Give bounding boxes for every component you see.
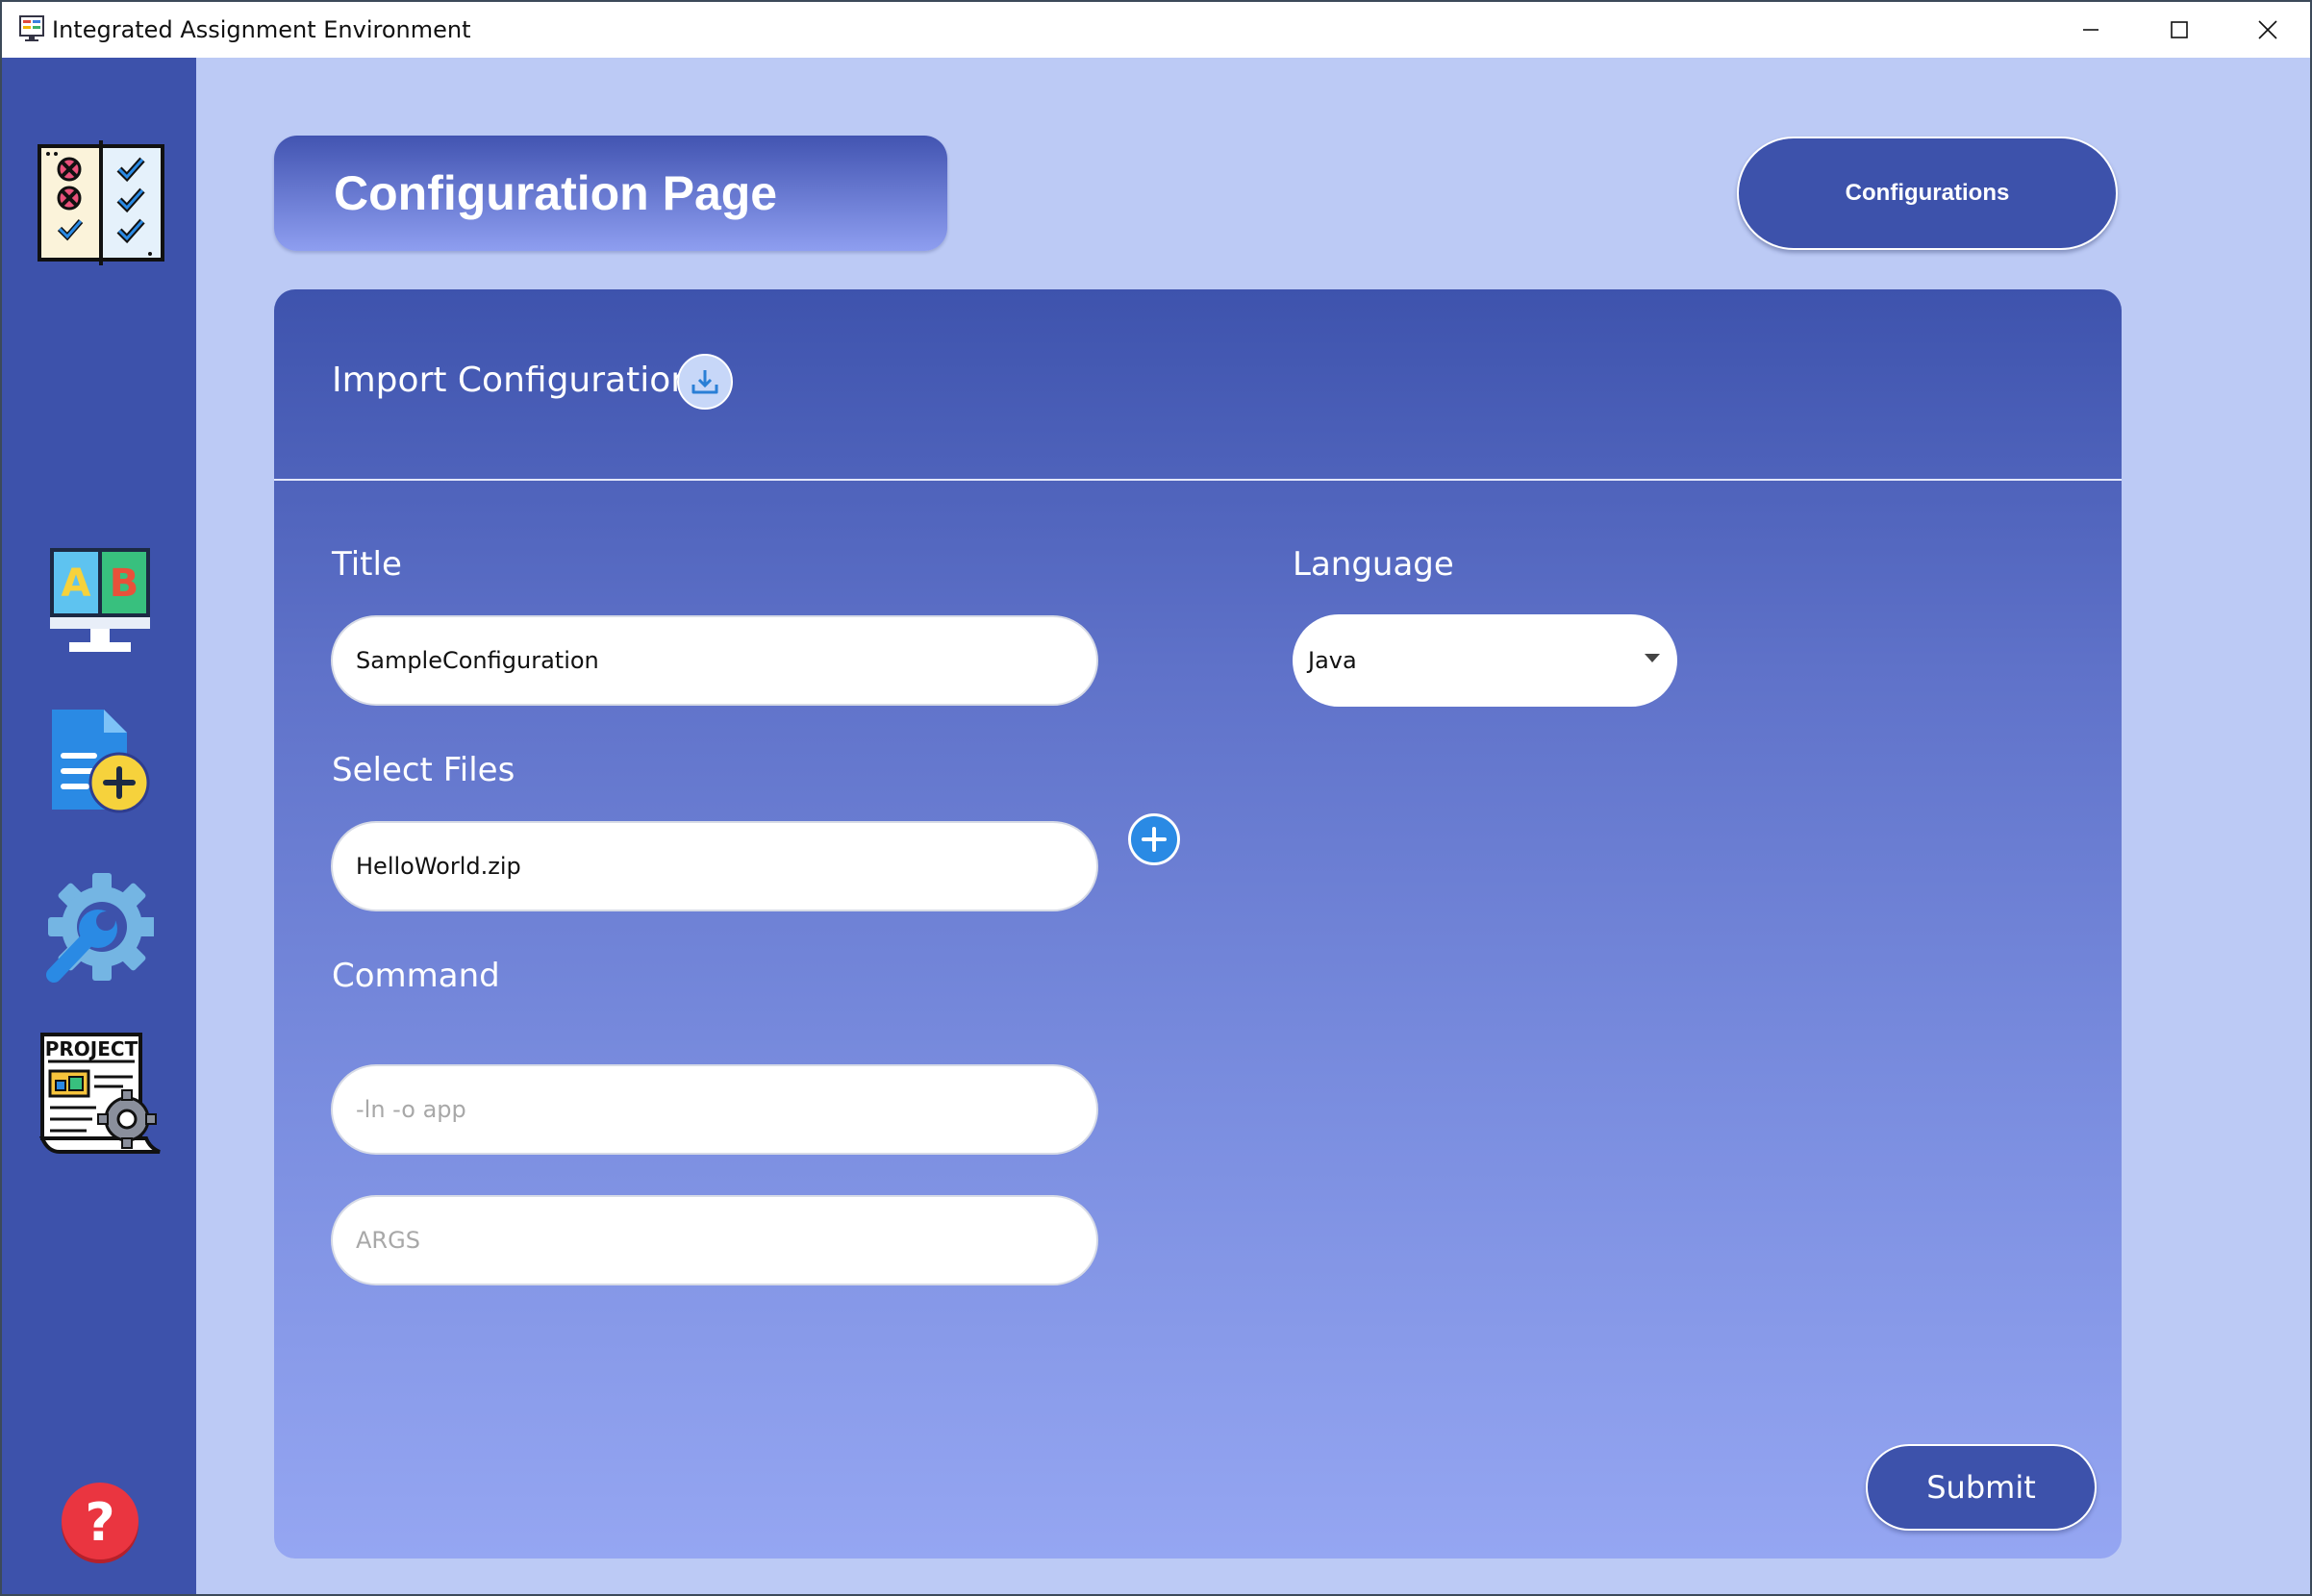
- language-selected-value: Java: [1308, 647, 1357, 674]
- submit-button[interactable]: Submit: [1866, 1444, 2097, 1531]
- maximize-icon: [2171, 21, 2188, 38]
- configurations-button[interactable]: Configurations: [1737, 137, 2118, 250]
- chevron-down-icon: [1645, 654, 1660, 662]
- args-input[interactable]: [331, 1195, 1098, 1285]
- close-button[interactable]: [2224, 2, 2310, 58]
- title-bar: Integrated Assignment Environment: [2, 2, 2310, 58]
- help-icon[interactable]: ?: [58, 1481, 142, 1565]
- add-file-button[interactable]: [1128, 813, 1180, 865]
- title-input[interactable]: [331, 615, 1098, 706]
- help-glyph: ?: [85, 1492, 114, 1553]
- minimize-icon: [2083, 29, 2098, 31]
- settings-wrench-icon[interactable]: [46, 869, 154, 985]
- language-label: Language: [1293, 545, 1454, 584]
- ab-monitor-icon[interactable]: A B: [48, 546, 152, 654]
- svg-text:A: A: [62, 561, 91, 606]
- page-title: Configuration Page: [334, 166, 778, 220]
- files-input[interactable]: [331, 821, 1098, 911]
- close-icon: [2258, 20, 2277, 39]
- section-divider: [274, 479, 2122, 481]
- language-select[interactable]: Java: [1293, 614, 1677, 707]
- page-title-banner: Configuration Page: [274, 136, 947, 251]
- import-configuration-button[interactable]: [677, 354, 733, 410]
- new-document-icon[interactable]: [48, 706, 154, 821]
- command-input[interactable]: [331, 1064, 1098, 1155]
- command-label: Command: [332, 957, 500, 995]
- download-icon: [691, 370, 718, 394]
- plus-icon: [1142, 827, 1167, 852]
- project-label: PROJECT: [45, 1037, 138, 1060]
- project-icon[interactable]: PROJECT: [38, 1031, 165, 1156]
- maximize-button[interactable]: [2135, 2, 2224, 58]
- minimize-button[interactable]: [2047, 2, 2135, 58]
- configuration-form-panel: Import Configuration Title Language Java…: [274, 289, 2122, 1559]
- import-configuration-label: Import Configuration: [332, 361, 693, 400]
- title-label: Title: [332, 545, 402, 584]
- window-title: Integrated Assignment Environment: [52, 16, 471, 43]
- svg-text:B: B: [110, 561, 139, 606]
- select-files-label: Select Files: [332, 751, 515, 789]
- checklist-icon[interactable]: [35, 140, 167, 265]
- sidebar: A B PROJECT ?: [2, 58, 196, 1594]
- app-icon: [19, 15, 44, 41]
- app-window: Integrated Assignment Environment A B PR…: [0, 0, 2312, 1596]
